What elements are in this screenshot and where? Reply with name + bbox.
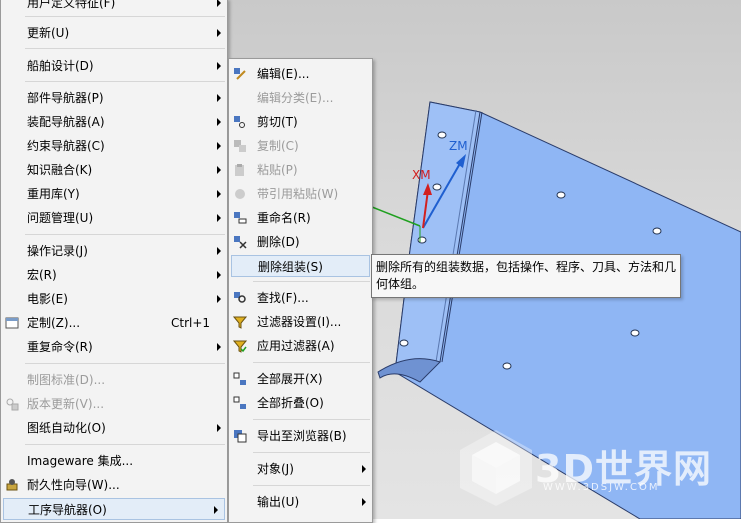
customize-icon [5,317,19,329]
menu-item-assembly-navigator[interactable]: 装配导航器(A) [1,111,227,133]
find-icon [234,292,246,303]
menu-item-drawing-automation[interactable]: 图纸自动化(O) [1,417,227,439]
apply-filter-icon [233,340,247,353]
menu-item-operation-navigator[interactable]: 工序导航器(O) [3,498,225,520]
menu-item-delete-setup[interactable]: 删除组装(S) [231,255,370,277]
menu-item-rename[interactable]: 重命名(R) [229,207,372,229]
menu-item-filter-settings[interactable]: 过滤器设置(I)... [229,311,372,333]
expand-all-icon [233,372,246,385]
export-browser-icon [234,430,247,443]
durability-wizard-icon [6,479,18,491]
copy-icon [234,140,246,152]
menu-item-paste-with-reference: 带引用粘贴(W) [229,183,372,205]
menu-item-constraint-navigator[interactable]: 约束导航器(C) [1,135,227,157]
edit-icon [234,68,246,80]
menu-item-paste: 粘贴(P) [229,159,372,181]
menu-item-copy: 复制(C) [229,135,372,157]
menu-item-delete[interactable]: 删除(D) [229,231,372,253]
delete-icon [234,236,247,249]
menu-item-cut[interactable]: 剪切(T) [229,111,372,133]
zm-label: ZM [449,139,468,153]
menu-item-version-update: 版本更新(V)... [1,393,227,415]
menu-item-object[interactable]: 对象(J) [229,458,372,480]
watermark-logo [460,430,532,506]
menu-item-update[interactable]: 更新(U) [1,22,227,44]
menu-item-repeat-command[interactable]: 重复命令(R) [1,336,227,358]
menu-item-journal[interactable]: 操作记录(J) [1,240,227,262]
paste-icon [235,164,244,176]
rename-icon [234,212,247,224]
menu-item-customize[interactable]: 定制(Z)... Ctrl+1 [1,312,227,334]
operation-navigator-submenu: 编辑(E)... 编辑分类(E)... 剪切(T) 复制(C) 粘贴(P) 带引… [228,58,373,523]
menu-item-edit[interactable]: 编辑(E)... [229,63,372,85]
paste-reference-icon [235,189,245,199]
menu-item-imageware[interactable]: Imageware 集成... [1,450,227,472]
cut-icon [234,116,245,128]
menu-item-durability-wizard[interactable]: 耐久性向导(W)... [1,474,227,496]
watermark-url: WWW.3DSJW.COM [543,482,660,493]
version-update-icon [6,398,19,411]
menu-item-movie[interactable]: 电影(E) [1,288,227,310]
menu-item-drafting-standard: 制图标准(D)... [27,373,106,387]
menu-item-ship-design[interactable]: 船舶设计(D) [1,55,227,77]
menu-item-reuse-library[interactable]: 重用库(Y) [1,183,227,205]
delete-setup-tooltip: 删除所有的组装数据，包括操作、程序、刀具、方法和几何体组。 [371,254,681,298]
customize-shortcut: Ctrl+1 [171,316,211,330]
menu-item-knowledge-fusion[interactable]: 知识融合(K) [1,159,227,181]
menu-item-expand-all[interactable]: 全部展开(X) [229,368,372,390]
menu-item-collapse-all[interactable]: 全部折叠(O) [229,392,372,414]
menu-item-find[interactable]: 查找(F)... [229,287,372,309]
menu-item-udf[interactable]: 用户定义特征(F) [1,0,227,14]
menu-item-issue-management[interactable]: 问题管理(U) [1,207,227,229]
menu-item-edit-category: 编辑分类(E)... [257,91,334,105]
menu-item-apply-filter[interactable]: 应用过滤器(A) [229,335,372,357]
collapse-all-icon [233,396,246,409]
menu-item-macro[interactable]: 宏(R) [1,264,227,286]
xm-label: XM [412,168,431,182]
filter-settings-icon [233,316,247,329]
menu-item-output[interactable]: 输出(U) [229,491,372,513]
menu-item-export-to-browser[interactable]: 导出至浏览器(B) [229,425,372,447]
tools-menu: 用户定义特征(F) 更新(U) 船舶设计(D) 部件导航器(P) 装配导航器(A… [0,0,228,523]
menu-item-part-navigator[interactable]: 部件导航器(P) [1,87,227,109]
